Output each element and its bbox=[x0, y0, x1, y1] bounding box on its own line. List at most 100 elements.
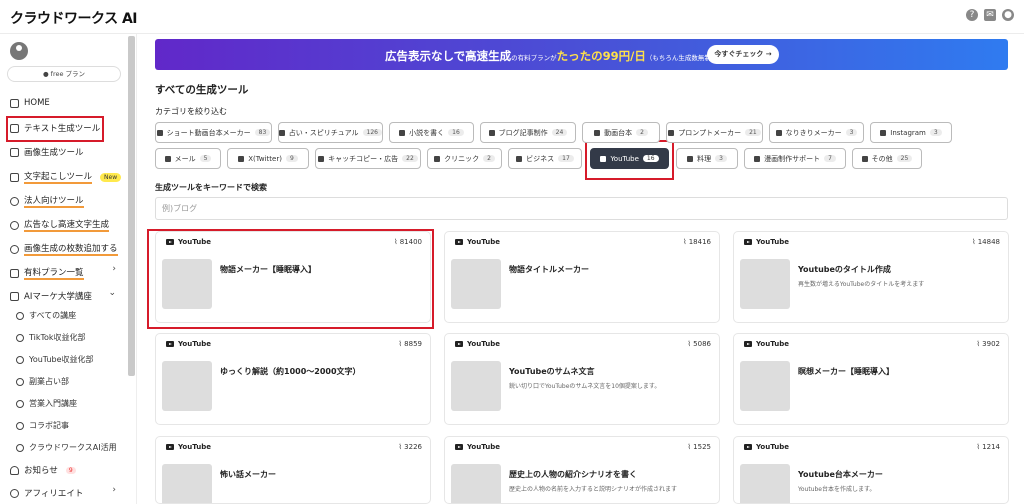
sidebar-item-paid-plans[interactable]: 有料プラン一覧 bbox=[10, 266, 84, 280]
card-views: ⌇ 5086 bbox=[687, 340, 711, 348]
category-chip[interactable]: メール 5 bbox=[155, 148, 221, 169]
category-chip[interactable]: 料理 3 bbox=[676, 148, 738, 169]
sidebar-subitem[interactable]: すべての講座 bbox=[16, 310, 76, 321]
book-icon bbox=[10, 291, 19, 301]
phone-icon bbox=[156, 129, 163, 136]
youtube-icon bbox=[166, 444, 174, 450]
chip-count: 5 bbox=[199, 155, 212, 162]
category-chip[interactable]: 小説を書く 16 bbox=[389, 122, 474, 143]
plan-badge[interactable]: ● free プラン bbox=[7, 66, 121, 82]
circle-icon bbox=[16, 377, 24, 386]
category-chip-youtube-active[interactable]: YouTube 16 bbox=[590, 148, 669, 169]
crown-icon bbox=[10, 268, 19, 278]
card-category-label: YouTube bbox=[756, 340, 789, 348]
tool-card[interactable]: YouTube ⌇ 5086 YouTubeのサムネ文言 鋭い切り口でYouTu… bbox=[444, 333, 720, 425]
category-chip[interactable]: ショート動画台本メーカー 83 bbox=[155, 122, 272, 143]
chip-label: キャッチコピー・広告 bbox=[328, 154, 399, 163]
card-title: 物語メーカー【睡眠導入】 bbox=[220, 265, 316, 274]
tool-card[interactable]: YouTube ⌇ 14848 Youtubeのタイトル作成 再生数が増えるYo… bbox=[733, 231, 1009, 323]
category-chip[interactable]: 動画台本 2 bbox=[582, 122, 660, 143]
chip-count: 83 bbox=[254, 129, 271, 136]
card-views: ⌇ 1214 bbox=[976, 443, 1000, 451]
chevron-down-icon[interactable]: ⌄ bbox=[108, 288, 116, 298]
category-chip[interactable]: Instagram 3 bbox=[870, 122, 952, 143]
promo-banner[interactable]: 広告表示なしで高速生成の有料プランがたったの99円/日（もちろん生成数無制限） … bbox=[155, 39, 1008, 70]
tool-card[interactable]: YouTube ⌇ 81400 物語メーカー【睡眠導入】 bbox=[155, 231, 431, 323]
category-chip[interactable]: プロンプトメーカー 21 bbox=[666, 122, 763, 143]
sidebar-subitem[interactable]: クラウドワークスAI活用 bbox=[16, 442, 117, 453]
tool-card[interactable]: YouTube ⌇ 3902 瞑想メーカー【睡眠導入】 bbox=[733, 333, 1009, 425]
sidebar-item-label: 広告なし高速文字生成 bbox=[24, 220, 110, 232]
category-chip[interactable]: クリニック 2 bbox=[427, 148, 502, 169]
card-category-label: YouTube bbox=[756, 238, 789, 246]
check-circle-icon bbox=[10, 244, 19, 254]
sidebar-subitem-label: YouTube収益化部 bbox=[29, 355, 94, 364]
chip-label: なりきりメーカー bbox=[785, 128, 842, 137]
sidebar-item-affiliate[interactable]: アフィリエイト bbox=[10, 487, 83, 499]
category-chip[interactable]: キャッチコピー・広告 22 bbox=[315, 148, 421, 169]
cloud-icon bbox=[861, 155, 868, 162]
document-icon bbox=[594, 129, 601, 136]
sidebar-item-ai-course[interactable]: AIマーケ大学講座 bbox=[10, 290, 92, 302]
category-chip[interactable]: なりきりメーカー 3 bbox=[769, 122, 864, 143]
chip-label: X(Twitter) bbox=[248, 154, 282, 163]
category-chip[interactable]: X(Twitter) 9 bbox=[227, 148, 309, 169]
sidebar-subitem[interactable]: TikTok収益化部 bbox=[16, 332, 86, 343]
chevron-right-icon[interactable]: › bbox=[112, 485, 116, 495]
card-thumbnail bbox=[162, 361, 212, 411]
sidebar-item-adfree[interactable]: 広告なし高速文字生成 bbox=[10, 218, 110, 232]
sidebar-item-corporate[interactable]: 法人向けツール bbox=[10, 194, 84, 208]
sidebar-item-notice[interactable]: お知らせ 9 bbox=[10, 464, 76, 476]
pen-icon bbox=[10, 123, 19, 133]
user-icon[interactable]: ● bbox=[1002, 9, 1014, 21]
tool-card[interactable]: YouTube ⌇ 1214 Youtube台本メーカー Youtube台本を作… bbox=[733, 436, 1009, 504]
tool-card[interactable]: YouTube ⌇ 18416 物語タイトルメーカー bbox=[444, 231, 720, 323]
tool-card[interactable]: YouTube ⌇ 8859 ゆっくり解説（約1000～2000文字） bbox=[155, 333, 431, 425]
youtube-icon bbox=[744, 239, 752, 245]
sidebar-item-label: お知らせ bbox=[24, 466, 58, 476]
category-chip[interactable]: 占い・スピリチュアル 126 bbox=[278, 122, 383, 143]
tool-card[interactable]: YouTube ⌇ 1525 歴史上の人物の紹介シナリオを書く 歴史上の人物の名… bbox=[444, 436, 720, 504]
avatar[interactable] bbox=[10, 42, 28, 60]
chip-count: 9 bbox=[285, 155, 298, 162]
sidebar-subitem[interactable]: コラボ記事 bbox=[16, 420, 69, 431]
sidebar-item-image-tools[interactable]: 画像生成ツール bbox=[10, 146, 84, 158]
card-category-label: YouTube bbox=[467, 238, 500, 246]
category-chip[interactable]: ビジネス 17 bbox=[508, 148, 582, 169]
chip-label: 漫画制作サポート bbox=[764, 154, 821, 163]
search-input[interactable]: 例)ブログ bbox=[155, 197, 1008, 220]
sidebar-scrollbar[interactable] bbox=[128, 36, 135, 376]
sidebar-subitem-label: コラボ記事 bbox=[29, 421, 69, 430]
sidebar-item-image-credits[interactable]: 画像生成の枚数追加する bbox=[10, 242, 118, 256]
sidebar-subitem[interactable]: 副業占い部 bbox=[16, 376, 69, 387]
sidebar-item-text-tools[interactable]: テキスト生成ツール bbox=[10, 122, 100, 134]
card-views-count: 3226 bbox=[404, 443, 422, 451]
sidebar-item-label: 法人向けツール bbox=[24, 196, 84, 208]
sidebar-item-home[interactable]: HOME bbox=[10, 98, 50, 108]
sidebar-item-transcription[interactable]: 文字起こしツール New bbox=[10, 170, 122, 184]
card-category-label: YouTube bbox=[756, 443, 789, 451]
card-views: ⌇ 81400 bbox=[394, 238, 422, 246]
chip-count: 3 bbox=[845, 129, 858, 136]
chip-label: ショート動画台本メーカー bbox=[166, 128, 251, 137]
card-views-count: 14848 bbox=[977, 238, 1000, 246]
app-logo[interactable]: クラウドワークス AI bbox=[10, 8, 138, 28]
sidebar-item-label: テキスト生成ツール bbox=[24, 124, 101, 134]
page-title: すべての生成ツール bbox=[155, 84, 249, 96]
sidebar-subitem[interactable]: YouTube収益化部 bbox=[16, 354, 94, 365]
mail-icon[interactable]: ✉ bbox=[984, 9, 996, 21]
help-icon[interactable]: ? bbox=[966, 9, 978, 21]
chevron-right-icon[interactable]: › bbox=[112, 264, 116, 274]
tool-card[interactable]: YouTube ⌇ 3226 怖い話メーカー bbox=[155, 436, 431, 504]
category-chip[interactable]: その他 25 bbox=[852, 148, 922, 169]
category-chip[interactable]: ブログ記事制作 24 bbox=[480, 122, 576, 143]
category-chip[interactable]: 漫画制作サポート 7 bbox=[744, 148, 846, 169]
sidebar-subitem[interactable]: 営業入門講座 bbox=[16, 398, 77, 409]
card-category: YouTube bbox=[744, 443, 789, 451]
top-bar: クラウドワークス AI ? ✉ ● bbox=[0, 0, 1024, 34]
x-icon bbox=[238, 155, 245, 162]
card-thumbnail bbox=[451, 464, 501, 503]
check-now-button[interactable]: 今すぐチェック → bbox=[707, 45, 779, 64]
card-title: 物語タイトルメーカー bbox=[509, 265, 589, 274]
card-description: 再生数が増えるYouTubeのタイトルを考えます bbox=[798, 281, 925, 288]
